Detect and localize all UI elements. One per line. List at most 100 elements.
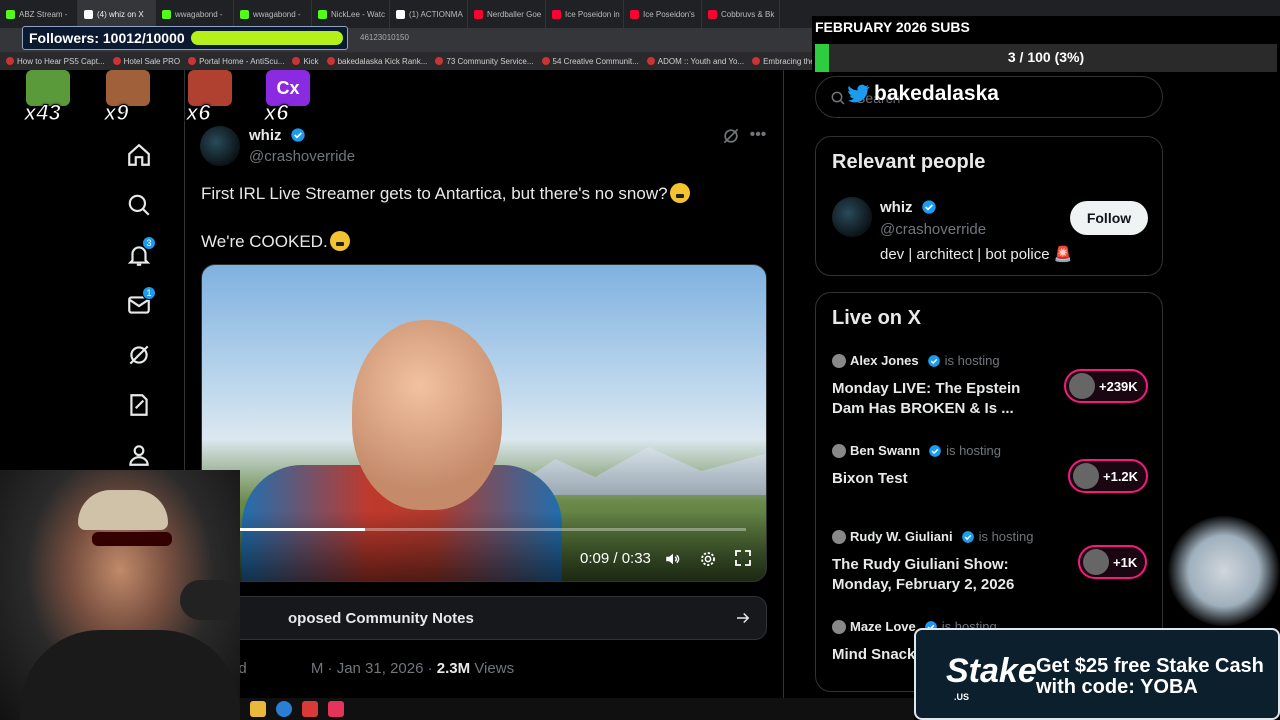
live-listeners-pill[interactable]: +1K — [1078, 545, 1148, 579]
grimacing-face-emoji-icon — [329, 231, 350, 251]
verified-badge-icon — [291, 128, 305, 142]
browser-tab[interactable]: Nerdballer Goe — [468, 0, 546, 28]
host-avatar — [832, 353, 846, 368]
author-name[interactable]: whiz — [249, 127, 306, 144]
views-count: 2.3M — [436, 660, 471, 677]
follow-button[interactable]: Follow — [1070, 201, 1148, 235]
webcam-sunglasses — [92, 532, 172, 546]
browser-tab[interactable]: wwagabond - — [234, 0, 312, 28]
browser-tab[interactable]: Cobbruvs & Bk — [702, 0, 780, 28]
twitter-bird-icon — [848, 84, 870, 103]
browser-tab[interactable]: (1) ACTIONMA — [390, 0, 468, 28]
tab-favicon-icon — [630, 9, 639, 19]
relevant-person-handle[interactable]: @crashoverride — [880, 221, 986, 238]
bookmark-item[interactable]: Hotel Sale PRO — [112, 57, 180, 66]
live-on-x-title: Live on X — [832, 307, 921, 329]
bookmark-item[interactable]: 54 Creative Communit... — [541, 57, 639, 66]
tab-label: Ice Poseidon's — [643, 9, 695, 19]
address-text: 46123010150 — [360, 33, 409, 42]
relevant-people-card: Relevant people whiz @crashoverride dev … — [815, 136, 1163, 276]
nav-premium[interactable] — [114, 380, 164, 430]
search-icon — [831, 91, 845, 105]
tab-favicon-icon — [84, 9, 93, 19]
listeners-count: +239K — [1099, 378, 1138, 394]
person-icon — [129, 445, 149, 466]
nav-explore[interactable] — [114, 180, 164, 230]
hosting-label: is hosting — [946, 443, 1001, 458]
nav-notifications[interactable]: 3 — [114, 230, 164, 280]
tweet-meta: ed M · Jan 31, 2026 · 2.3M Views — [230, 660, 514, 677]
live-host[interactable]: Alex Jones is hosting — [832, 353, 1000, 368]
bookmark-item[interactable]: 73 Community Service... — [435, 57, 534, 66]
bookmark-label: bakedalaska Kick Rank... — [337, 56, 428, 66]
browser-tab[interactable]: Ice Poseidon in — [546, 0, 624, 28]
bookmark-label: Kick — [303, 56, 319, 66]
tweet-date[interactable]: Jan 31, 2026 — [337, 660, 424, 677]
grok-explain-icon[interactable] — [721, 126, 741, 146]
stake-logo: Stake — [946, 652, 1037, 690]
bookmark-item[interactable]: Kick — [292, 56, 319, 66]
relevant-person-name-text: whiz — [880, 199, 913, 216]
nav-messages[interactable]: 1 — [114, 280, 164, 330]
webcam-microphone — [180, 580, 240, 620]
live-space-title[interactable]: The Rudy Giuliani Show: Monday, February… — [832, 555, 1032, 595]
bookmark-item[interactable]: Portal Home - AntiScu... — [188, 57, 284, 66]
stake-promo-text: Get $25 free Stake Cash with code: YOBA — [1036, 655, 1264, 698]
browser-tab[interactable]: NickLee - Watc — [312, 0, 390, 28]
tab-label: (4) whiz on X — [97, 9, 144, 19]
bookmark-favicon-icon — [112, 57, 121, 65]
live-host[interactable]: Ben Swann is hosting — [832, 443, 1001, 458]
video-progress-fill — [224, 528, 365, 531]
webcam-cap — [78, 490, 168, 530]
tweet-video[interactable]: 0:09 / 0:33 — [201, 264, 767, 582]
host-avatar — [832, 619, 846, 634]
music-icon[interactable] — [328, 701, 344, 717]
tab-label: Nerdballer Goe — [487, 9, 542, 19]
community-notes-bar[interactable]: oposed Community Notes — [201, 596, 767, 640]
stake-logo-sub: .US — [954, 692, 970, 702]
bookmark-item[interactable]: How to Hear PS5 Capt... — [6, 57, 105, 66]
host-name: Maze Love — [850, 619, 916, 634]
views-label: Views — [474, 660, 515, 677]
author-avatar[interactable] — [200, 126, 240, 166]
fullscreen-icon[interactable] — [735, 550, 751, 566]
nav-grok[interactable] — [114, 330, 164, 380]
more-options-icon[interactable]: ••• — [748, 126, 768, 146]
bookmark-item[interactable]: bakedalaska Kick Rank... — [326, 56, 428, 66]
live-host[interactable]: Rudy W. Giuliani is hosting — [832, 529, 1033, 544]
video-progress-bar[interactable] — [224, 528, 746, 531]
tab-favicon-icon — [474, 9, 483, 19]
pill-avatar — [1083, 549, 1109, 575]
listeners-count: +1K — [1113, 554, 1138, 570]
browser-tab[interactable]: wwagabond - — [156, 0, 234, 28]
subs-goal-overlay: FEBRUARY 2026 SUBS 3 / 100 (3%) — [812, 16, 1280, 74]
browser-tab[interactable]: Ice Poseidon's — [624, 0, 702, 28]
browser-tab[interactable]: (4) whiz on X — [78, 0, 156, 28]
live-listeners-pill[interactable]: +239K — [1064, 369, 1148, 403]
browser-tab[interactable]: ABZ Stream - — [0, 0, 78, 28]
followers-goal-fill — [190, 31, 343, 45]
relevant-person-name[interactable]: whiz — [880, 199, 937, 216]
app-icon[interactable] — [302, 701, 318, 717]
tweet-text-2: We're COOKED. — [201, 232, 328, 251]
subs-goal-title: FEBRUARY 2026 SUBS — [815, 19, 970, 35]
tab-label: NickLee - Watc — [331, 9, 385, 19]
live-space-title[interactable]: Monday LIVE: The Epstein Dam Has BROKEN … — [832, 379, 1032, 419]
bookmark-item[interactable]: ADOM :: Youth and Yo... — [646, 57, 744, 66]
webcam-shirt — [20, 630, 240, 720]
host-name: Ben Swann — [850, 443, 921, 458]
emote-combo: x43 — [22, 70, 72, 126]
author-name-text: whiz — [249, 127, 282, 144]
live-listeners-pill[interactable]: +1.2K — [1068, 459, 1149, 493]
live-space-title[interactable]: Bixon Test — [832, 469, 1032, 489]
settings-gear-icon[interactable] — [699, 550, 717, 568]
relevant-person-avatar[interactable] — [832, 197, 872, 237]
tab-label: wwagabond - — [253, 9, 301, 19]
browser-icon[interactable] — [276, 701, 292, 717]
volume-icon[interactable] — [664, 550, 682, 568]
pill-avatar — [1069, 373, 1095, 399]
nav-home[interactable] — [114, 130, 164, 180]
author-handle[interactable]: @crashoverride — [249, 148, 355, 165]
folder-icon[interactable] — [250, 701, 266, 717]
host-avatar — [832, 443, 846, 458]
